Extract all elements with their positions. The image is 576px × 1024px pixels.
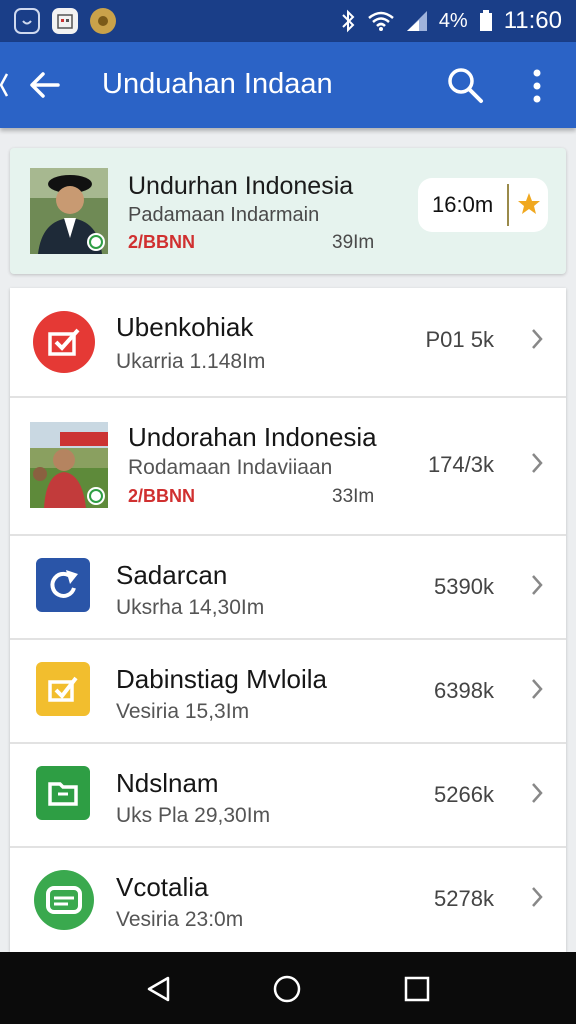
chevron-right-icon [532,679,543,699]
item-subtitle: Uks Pla 29,30Im [116,804,271,827]
item-subtitle: Uksrha 14,30Im [116,596,265,619]
item-title: Vcotalia [116,872,209,902]
green-folder-icon [36,766,90,820]
chevron-right-icon [532,329,543,349]
item-count: P01 5k [425,327,495,352]
badge-icon [90,8,116,34]
battery-icon [479,10,492,31]
more-vert-icon[interactable] [524,68,550,104]
time-pill[interactable]: 16:0m [418,178,548,232]
status-bar: 4% 11:60 [0,0,576,42]
list-item[interactable]: Vcotalia Vesiria 23:0m 5278k [10,848,566,952]
featured-title: Undurhan Indonesia [128,172,354,200]
item-title: Ubenkohiak [116,312,254,342]
chevron-right-icon [532,783,543,803]
item-count: 6398k [434,678,494,703]
list-item[interactable]: Dabinstiag Mvloila Vesiria 15,3Im 6398k [10,640,566,744]
chevron-right-icon [532,453,543,473]
list-item[interactable]: Ndslnam Uks Pla 29,30Im 5266k [10,744,566,848]
star-icon[interactable] [516,191,542,217]
drawer-edge-icon[interactable] [0,72,8,98]
calendar-icon [52,8,78,34]
download-list: Ubenkohiak Ukarria 1.148Im P01 5k Undora… [10,288,566,952]
item-count: 5266k [434,782,494,807]
featured-time: 16:0m [432,192,494,217]
chevron-right-icon [532,887,543,907]
bluetooth-icon [342,9,355,33]
pill-divider [507,184,509,226]
featured-download-card[interactable]: Undurhan Indonesia Padamaan Indarmain 2/… [10,148,566,274]
featured-subtitle: Padamaan Indarmain [128,204,320,226]
item-subtitle: Rodamaan Indaviiaan [128,456,333,479]
back-triangle-icon[interactable] [144,974,174,1004]
red-circle-check-icon [32,310,96,374]
clock: 11:60 [503,7,562,34]
item-count: 174/3k [427,452,494,477]
recents-square-icon[interactable] [402,974,432,1004]
item-subtitle: Ukarria 1.148Im [116,350,266,373]
chevron-right-icon [532,575,543,595]
page-title: Unduahan Indaan [102,68,333,100]
list-item[interactable]: Sadarcan Uksrha 14,30Im 5390k [10,536,566,640]
item-subtitle: Vesiria 15,3Im [116,700,250,723]
featured-size: 39Im [332,232,375,253]
green-chat-icon [32,868,96,932]
home-circle-icon[interactable] [272,974,302,1004]
item-title: Ndslnam [116,768,219,798]
app-bar: Unduahan Indaan [0,42,576,128]
list-item[interactable]: Ubenkohiak Ukarria 1.148Im P01 5k [10,288,566,398]
list-item[interactable]: Undorahan Indonesia Rodamaan Indaviiaan … [10,398,566,536]
photo-thumbnail [30,422,108,508]
yellow-check-icon [36,662,90,716]
item-size: 33Im [332,486,375,507]
wifi-icon [368,11,394,31]
app-notification-icon [14,8,40,34]
item-title: Dabinstiag Mvloila [116,664,327,694]
featured-tag: 2/BBNN [128,232,196,252]
system-nav-bar [0,952,576,1024]
item-tag: 2/BBNN [128,486,196,506]
item-title: Undorahan Indonesia [128,422,377,452]
search-icon[interactable] [446,66,484,104]
featured-thumbnail [30,168,108,254]
signal-icon [406,11,427,31]
item-subtitle: Vesiria 23:0m [116,908,244,931]
item-count: 5278k [434,886,494,911]
back-arrow-icon[interactable] [28,68,62,102]
item-title: Sadarcan [116,560,228,590]
battery-percent: 4% [438,9,468,32]
item-count: 5390k [434,574,494,599]
blue-refresh-icon [36,558,90,612]
